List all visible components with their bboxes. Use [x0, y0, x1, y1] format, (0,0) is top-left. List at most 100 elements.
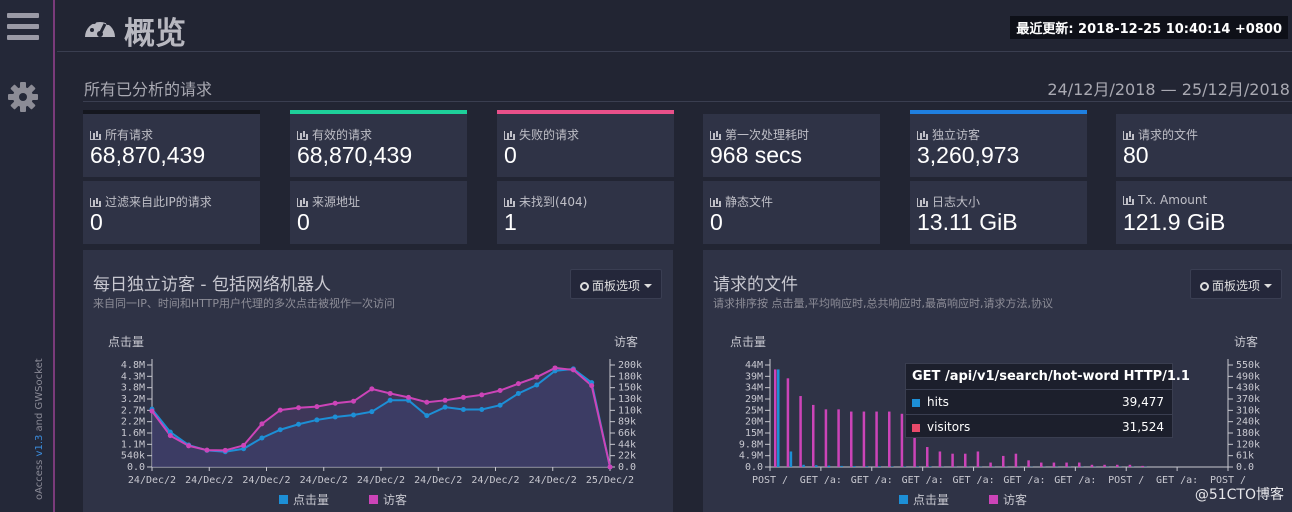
x-tick-label: GET /a: — [1003, 475, 1045, 486]
y-left-tick-label: 0.0 — [745, 462, 763, 473]
y-right-tick-label: 0.0 — [1236, 462, 1254, 473]
panel-title: 请求的文件 — [713, 275, 798, 295]
x-tick-label: 25/Dec/2 — [586, 475, 634, 486]
hits-point — [314, 417, 320, 423]
chart-tooltip: GET /api/v1/search/hot-word HTTP/1.1 hit… — [905, 363, 1190, 438]
x-tick-label: GET /a: — [902, 475, 944, 486]
dashboard-icon — [85, 17, 115, 37]
y-left-tick-label: 0.0 — [127, 462, 145, 473]
tooltip-title: GET /api/v1/search/hot-word HTTP/1.1 — [912, 369, 1190, 384]
menu-icon[interactable] — [7, 13, 39, 41]
hits-point — [442, 404, 448, 410]
y-left-tick-label: 44M — [745, 360, 763, 371]
y-right-tick-label: 490k — [1236, 371, 1260, 382]
visitors-bar — [964, 453, 967, 467]
visitors-point — [460, 394, 466, 400]
stat-card: 所有请求 68,870,439 — [83, 110, 260, 177]
stat-value: 121.9 GiB — [1123, 209, 1226, 235]
date-range: 24/12月/2018 — 25/12月/2018 — [1047, 80, 1290, 99]
visitors-point — [149, 408, 155, 414]
x-tick-label: 24/Dec/2 — [242, 475, 290, 486]
stat-card: 有效的请求 68,870,439 — [290, 110, 467, 177]
stat-value: 1 — [504, 209, 517, 235]
y-right-tick-label: 61k — [1236, 451, 1254, 462]
header: 概览 最近更新: 2018-12-25 10:40:14 +0800 — [57, 0, 1292, 52]
visitors-bar — [900, 413, 904, 467]
x-tick-label: GET /a: — [952, 475, 994, 486]
visitors-bar — [799, 396, 802, 467]
y-left-tick-label: 29M — [745, 394, 763, 405]
hits-bar — [802, 464, 805, 467]
x-tick-label: GET /a: — [800, 475, 842, 486]
daily-visitors-chart: 4.8M4.3M3.8M3.2M2.7M2.2M1.6M1.1M540k0.02… — [121, 359, 642, 486]
stat-value: 968 secs — [710, 142, 803, 168]
y-right-tick-label: 240k — [1236, 417, 1260, 428]
y-left-tick-label: 3.2M — [121, 394, 145, 405]
x-tick-label: POST / — [752, 475, 788, 486]
visitors-point — [387, 390, 393, 396]
y-right-tick-label: 200k — [618, 360, 642, 371]
hits-point — [479, 407, 485, 413]
stat-card: 独立访客 3,260,973 — [910, 110, 1087, 177]
visitors-point — [332, 400, 338, 406]
y-right-tick-label: 22k — [618, 451, 636, 462]
card-accent-bar — [83, 110, 260, 114]
bar-chart-icon — [297, 131, 308, 140]
caret-down-icon — [644, 284, 653, 288]
visitors-bar — [938, 451, 942, 467]
bar-chart-icon — [710, 198, 721, 207]
y-right-tick-label: 150k — [618, 383, 642, 394]
y-right-tick-label: 130k — [618, 394, 642, 405]
x-tick-label: 24/Dec/2 — [471, 475, 519, 486]
visitors-point — [204, 447, 210, 453]
stat-value: 0 — [710, 209, 723, 235]
x-tick-label: GET /a: — [851, 475, 893, 486]
last-updated-label: 最近更新: 2018-12-25 10:40:14 +0800 — [1010, 16, 1288, 39]
y-left-tick-label: 1.6M — [121, 428, 145, 439]
legend-swatch-visitors — [369, 495, 379, 504]
x-tick-label: GET /a: — [1054, 475, 1096, 486]
stat-card: 静态文件 0 — [703, 181, 880, 244]
stat-label: Tx. Amount — [1123, 193, 1207, 207]
y-left-tick-label: 9.8M — [739, 439, 763, 450]
panel-options-button[interactable]: 面板选项 — [1190, 269, 1283, 299]
stat-card: 失败的请求 0 — [497, 110, 674, 177]
y-right-tick-label: 0.0 — [618, 462, 636, 473]
page-title: 概览 — [124, 16, 186, 52]
cog-icon — [580, 282, 589, 291]
stat-card: 第一次处理耗时 968 secs — [703, 114, 880, 177]
visitors-point — [296, 405, 302, 411]
visitors-bar — [875, 411, 878, 467]
y-left-tick-label: 4.3M — [121, 371, 145, 382]
bar-chart-icon — [917, 131, 928, 140]
visitors-bar — [1065, 462, 1068, 467]
y-left-tick-label: 25M — [745, 405, 763, 416]
stat-card: Tx. Amount 121.9 GiB — [1116, 181, 1292, 244]
visitors-bar — [926, 447, 929, 467]
gear-icon[interactable] — [6, 80, 40, 114]
bar-chart-icon — [504, 198, 515, 207]
hits-bar — [815, 465, 818, 467]
visitors-point — [515, 381, 521, 387]
sidebar-credit: oAccess v1.3 and GWSocket — [34, 358, 45, 500]
daily-visitors-panel: 每日独立访客 - 包括网络机器人 来自同一IP、时间和HTTP用户代理的多次点击… — [83, 250, 673, 512]
stat-card: 未找到(404) 1 — [497, 181, 674, 244]
x-tick-label: 24/Dec/2 — [357, 475, 405, 486]
stat-value: 0 — [90, 209, 103, 235]
visitors-bar — [888, 411, 891, 467]
y-right-tick-label: 120k — [1236, 439, 1260, 450]
visitors-bar — [1103, 464, 1106, 467]
bar-chart-icon — [917, 198, 928, 207]
watermark: @51CTO博客 — [1194, 487, 1284, 503]
card-accent-bar — [290, 110, 467, 114]
y-right-tick-label: 550k — [1236, 360, 1260, 371]
visitors-bar — [976, 451, 980, 467]
panel-options-button[interactable]: 面板选项 — [570, 269, 663, 299]
hits-point — [259, 435, 265, 441]
stat-label: 所有请求 — [90, 126, 153, 143]
visitors-bar — [786, 378, 790, 467]
bar-chart-icon — [297, 198, 308, 207]
visitors-bar — [824, 409, 828, 467]
hits-point — [515, 390, 521, 396]
x-tick-label: 24/Dec/2 — [414, 475, 462, 486]
